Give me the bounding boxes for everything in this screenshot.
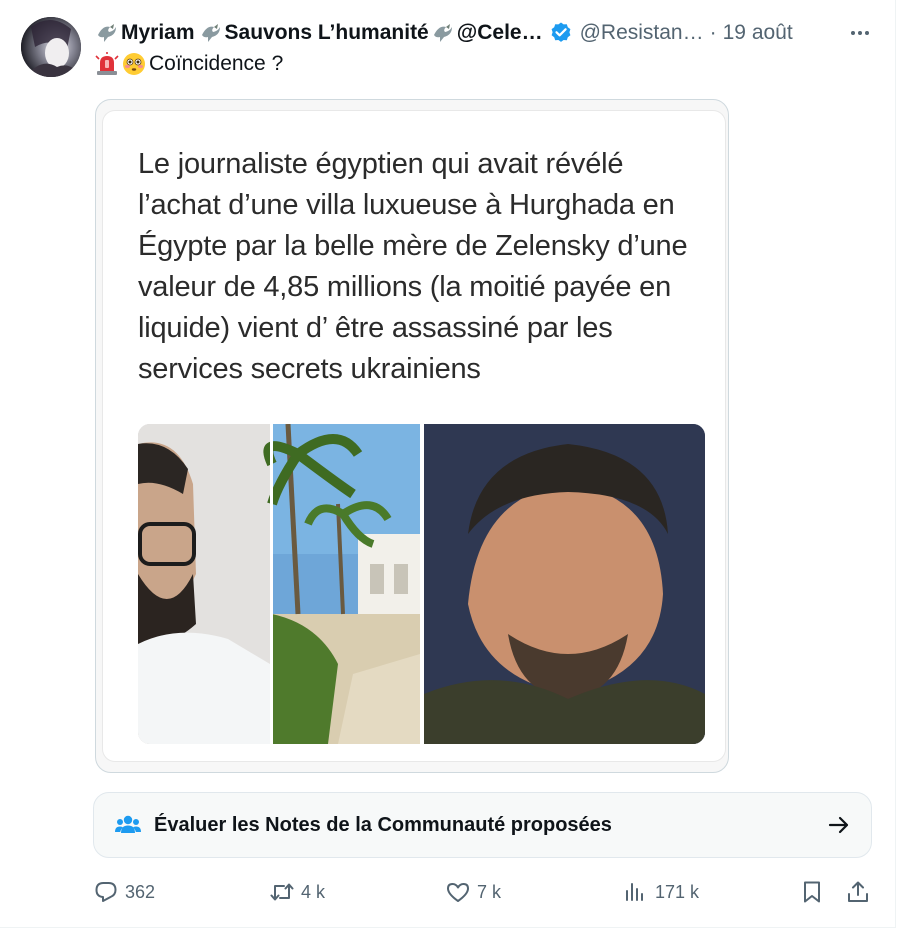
view-count: 171 k bbox=[655, 881, 700, 902]
bookmark-icon bbox=[804, 881, 820, 903]
dove-icon bbox=[201, 24, 220, 42]
flushed-face-emoji bbox=[123, 53, 145, 75]
community-notes-button[interactable]: Évaluer les Notes de la Communauté propo… bbox=[93, 792, 872, 858]
dove-icon bbox=[433, 24, 452, 42]
police-light-emoji bbox=[95, 52, 119, 75]
tweet-date[interactable]: 19 août bbox=[723, 21, 793, 45]
bar-chart-icon bbox=[626, 883, 643, 901]
media-attachment[interactable]: Le journaliste égyptien qui avait révélé… bbox=[95, 99, 729, 773]
heart-icon bbox=[447, 883, 469, 902]
user-handle[interactable]: @Resistan… bbox=[580, 21, 704, 45]
more-horizontal-icon bbox=[851, 31, 869, 35]
dove-icon bbox=[98, 24, 116, 42]
reply-count: 362 bbox=[125, 881, 156, 902]
like-button[interactable]: 7 k bbox=[445, 873, 501, 911]
people-icon bbox=[115, 815, 141, 833]
display-name-part: Myriam bbox=[121, 21, 195, 44]
like-count: 7 k bbox=[477, 881, 502, 902]
photo-collage-image bbox=[138, 424, 705, 744]
image-caption-text: Le journaliste égyptien qui avait révélé… bbox=[138, 148, 688, 385]
header-separator: · bbox=[709, 21, 717, 44]
bookmark-button[interactable] bbox=[799, 873, 831, 911]
repost-icon bbox=[270, 883, 294, 901]
repost-count: 4 k bbox=[301, 881, 326, 902]
community-notes-label: Évaluer les Notes de la Communauté propo… bbox=[154, 813, 612, 836]
display-name-part: Sauvons L’humanité bbox=[224, 21, 429, 44]
column-border bbox=[895, 0, 896, 928]
share-button[interactable] bbox=[845, 873, 877, 911]
photo-collage bbox=[138, 424, 705, 744]
tweet-actions: 362 4 k 7 k 171 k bbox=[93, 873, 883, 911]
tweet-text-content: Coïncidence ? bbox=[149, 52, 284, 75]
views-button[interactable]: 171 k bbox=[623, 873, 699, 911]
display-name-part: @Cele… bbox=[456, 21, 543, 44]
verified-badge-icon bbox=[551, 22, 570, 42]
screenshot-image: Le journaliste égyptien qui avait révélé… bbox=[103, 111, 725, 761]
display-name[interactable]: Myriam Sauvons L’humanité @Cele… bbox=[95, 21, 543, 45]
tweet-header: Myriam Sauvons L’humanité @Cele… @Resist… bbox=[95, 18, 875, 48]
avatar-image bbox=[21, 17, 81, 77]
arrow-right-icon bbox=[828, 816, 849, 834]
repost-button[interactable]: 4 k bbox=[269, 873, 325, 911]
tweet-text: Coïncidence ? bbox=[95, 52, 283, 76]
avatar[interactable] bbox=[21, 17, 81, 77]
more-options-button[interactable] bbox=[845, 18, 875, 48]
share-icon bbox=[848, 881, 868, 902]
reply-button[interactable]: 362 bbox=[93, 873, 155, 911]
reply-icon bbox=[95, 882, 117, 902]
